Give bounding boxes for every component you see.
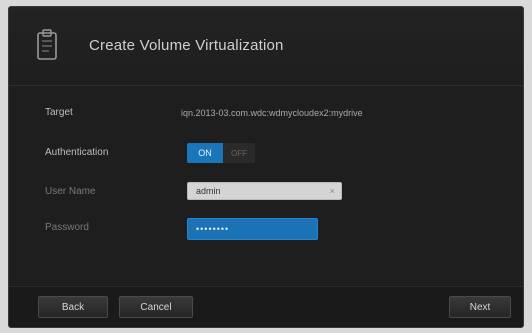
back-button[interactable]: Back	[38, 296, 108, 318]
password-field[interactable]: ••••••••	[187, 218, 318, 240]
username-label: User Name	[45, 186, 96, 197]
password-label: Password	[45, 222, 89, 233]
toggle-on[interactable]: ON	[187, 143, 223, 163]
target-value: iqn.2013-03.com.wdc:wdmycloudex2:mydrive	[181, 108, 363, 118]
dialog-title: Create Volume Virtualization	[89, 37, 284, 54]
username-value: admin	[196, 186, 221, 196]
create-volume-virtualization-dialog: Create Volume Virtualization Target iqn.…	[8, 6, 524, 328]
dialog-header: Create Volume Virtualization	[9, 7, 523, 86]
authentication-label: Authentication	[45, 147, 109, 158]
next-button[interactable]: Next	[449, 296, 511, 318]
clear-icon[interactable]: ×	[330, 183, 335, 199]
clipboard-icon	[37, 29, 57, 60]
username-field[interactable]: admin ×	[187, 182, 342, 200]
dialog-footer: Back Cancel Next	[9, 286, 523, 327]
cancel-button[interactable]: Cancel	[119, 296, 193, 318]
toggle-off[interactable]: OFF	[223, 143, 255, 163]
target-label: Target	[45, 107, 73, 118]
authentication-toggle[interactable]: ON OFF	[187, 143, 255, 163]
